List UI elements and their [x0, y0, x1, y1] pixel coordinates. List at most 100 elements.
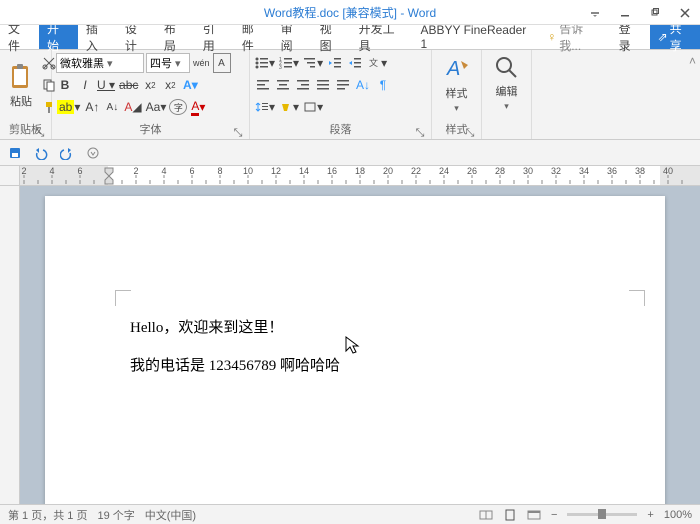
align-center-icon: [276, 79, 290, 91]
tell-me-label: 告诉我...: [559, 20, 602, 54]
redo-button[interactable]: [58, 144, 76, 162]
zoom-slider[interactable]: [567, 513, 637, 516]
print-layout-icon: [503, 509, 517, 521]
undo-button[interactable]: [32, 144, 50, 162]
numbering-button[interactable]: 123▾: [278, 53, 300, 73]
italic-button[interactable]: I: [76, 75, 94, 95]
show-marks-button[interactable]: ¶: [374, 75, 392, 95]
align-distribute-button[interactable]: [334, 75, 352, 95]
align-right-button[interactable]: [294, 75, 312, 95]
tab-developer[interactable]: 开发工具: [351, 25, 413, 49]
find-icon: [494, 55, 520, 81]
bold-button[interactable]: B: [56, 75, 74, 95]
save-button[interactable]: [6, 144, 24, 162]
chevron-down-icon: ▾: [107, 57, 113, 70]
tab-home[interactable]: 开始: [39, 25, 78, 49]
restore-icon[interactable]: [640, 0, 670, 25]
svg-text:3: 3: [279, 65, 282, 69]
word-count[interactable]: 19 个字: [97, 507, 134, 523]
dialog-launcher-icon[interactable]: ⤡: [35, 127, 45, 137]
shading-button[interactable]: ▾: [278, 97, 300, 117]
tab-references[interactable]: 引用: [195, 25, 234, 49]
read-mode-button[interactable]: [479, 509, 493, 521]
window-controls: [580, 0, 700, 25]
align-left-button[interactable]: [254, 75, 272, 95]
increase-indent-button[interactable]: [346, 53, 364, 73]
web-layout-button[interactable]: [527, 509, 541, 521]
font-name-combo[interactable]: 微软雅黑▾: [56, 53, 144, 73]
margin-corner: [115, 290, 131, 306]
asian-icon: 文: [367, 57, 381, 69]
highlight-button[interactable]: ab▾: [56, 97, 81, 117]
dialog-launcher-icon[interactable]: ⤡: [465, 127, 475, 137]
borders-button[interactable]: ▾: [302, 97, 324, 117]
page[interactable]: Hello，欢迎来到这里！ 我的电话是 123456789 啊哈哈哈: [45, 196, 665, 504]
phonetic-guide-button[interactable]: wén: [192, 53, 211, 73]
editing-button[interactable]: 编辑 ▾: [486, 53, 527, 114]
dialog-launcher-icon[interactable]: ⤡: [415, 127, 425, 137]
tab-design[interactable]: 设计: [117, 25, 156, 49]
strikethrough-button[interactable]: abc: [118, 75, 139, 95]
subscript-button[interactable]: x2: [141, 75, 159, 95]
paste-label: 粘贴: [10, 93, 32, 109]
paragraph-2[interactable]: 我的电话是 123456789 啊哈哈哈: [130, 354, 580, 378]
underline-button[interactable]: U ▾: [96, 75, 116, 95]
dialog-launcher-icon[interactable]: ⤡: [233, 127, 243, 137]
styles-group-label: 样式⤡: [436, 119, 477, 139]
zoom-level[interactable]: 100%: [664, 509, 692, 521]
shrink-font-button[interactable]: A↓: [103, 97, 121, 117]
tab-layout[interactable]: 布局: [156, 25, 195, 49]
tab-review[interactable]: 审阅: [273, 25, 312, 49]
ruler-corner[interactable]: [0, 166, 20, 185]
decrease-indent-button[interactable]: [326, 53, 344, 73]
zoom-thumb[interactable]: [598, 509, 606, 519]
zoom-out-button[interactable]: −: [551, 509, 557, 521]
zoom-in-button[interactable]: +: [647, 509, 653, 521]
line-spacing-button[interactable]: ▾: [254, 97, 276, 117]
horizontal-ruler[interactable]: 642246810121416182022242628303234363840: [0, 166, 700, 186]
paragraph-group-label: 段落⤡: [254, 119, 427, 139]
grow-font-button[interactable]: A↑: [83, 97, 101, 117]
styles-icon: A: [443, 55, 471, 83]
clipboard-group-label: 剪贴板⤡: [4, 119, 47, 139]
multilevel-list-button[interactable]: ▾: [302, 53, 324, 73]
tab-insert[interactable]: 插入: [78, 25, 117, 49]
minimize-icon[interactable]: [610, 0, 640, 25]
qat-customize-button[interactable]: [84, 144, 102, 162]
sort-button[interactable]: A↓: [354, 75, 372, 95]
tab-file[interactable]: 文件: [0, 25, 39, 49]
font-color-button[interactable]: A▾: [189, 97, 207, 117]
clear-format-button[interactable]: A◢: [123, 97, 142, 117]
character-border-button[interactable]: A: [213, 53, 231, 73]
align-left-icon: [256, 79, 270, 91]
tell-me[interactable]: ♀告诉我...: [539, 25, 610, 49]
enclose-char-button[interactable]: 字: [169, 99, 187, 115]
paste-button[interactable]: 粘贴: [4, 53, 38, 119]
ribbon-options-icon[interactable]: [580, 0, 610, 25]
login-button[interactable]: 登录: [611, 25, 650, 49]
editing-group-label: [486, 135, 527, 139]
tab-abbyy[interactable]: ABBYY FineReader 1: [412, 25, 539, 49]
align-center-button[interactable]: [274, 75, 292, 95]
vertical-ruler[interactable]: [0, 186, 20, 504]
multilevel-icon: [303, 57, 317, 69]
print-layout-button[interactable]: [503, 509, 517, 521]
page-count[interactable]: 第 1 页，共 1 页: [8, 507, 87, 523]
document-title: Word教程.doc [兼容模式] - Word: [264, 4, 436, 21]
change-case-button[interactable]: Aa▾: [145, 97, 168, 117]
styles-button[interactable]: A 样式 ▾: [436, 53, 477, 116]
bullets-button[interactable]: ▾: [254, 53, 276, 73]
font-size-combo[interactable]: 四号▾: [146, 53, 190, 73]
close-icon[interactable]: [670, 0, 700, 25]
tab-mailings[interactable]: 邮件: [234, 25, 273, 49]
superscript-button[interactable]: x2: [161, 75, 179, 95]
text-effects-button[interactable]: A▾: [181, 75, 199, 95]
paragraph-1[interactable]: Hello，欢迎来到这里！: [130, 316, 580, 340]
language-status[interactable]: 中文(中国): [145, 507, 196, 523]
share-button[interactable]: ⇗共享: [650, 25, 700, 49]
tab-view[interactable]: 视图: [312, 25, 351, 49]
page-scroll[interactable]: Hello，欢迎来到这里！ 我的电话是 123456789 啊哈哈哈: [20, 186, 700, 504]
collapse-ribbon-icon[interactable]: ˄: [689, 54, 696, 68]
asian-layout-button[interactable]: 文▾: [366, 53, 388, 73]
align-justify-button[interactable]: [314, 75, 332, 95]
